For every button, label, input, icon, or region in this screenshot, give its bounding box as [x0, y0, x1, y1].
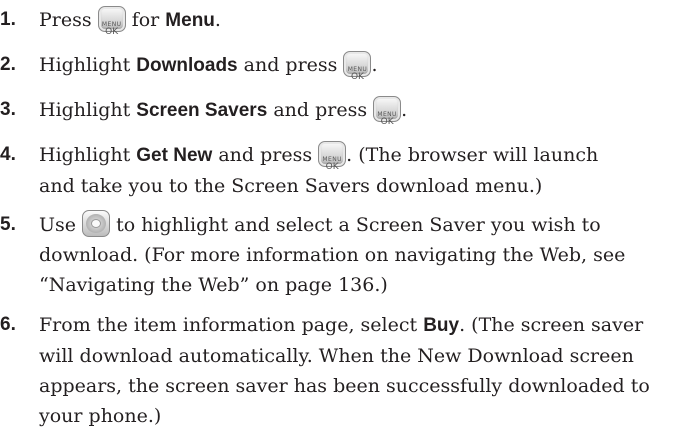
step-line: Highlight Get New and press MENU OK. (The… — [39, 140, 683, 172]
key-label-ok: OK — [105, 27, 119, 37]
step-line: From the item information page, select B… — [39, 310, 683, 341]
step-line: download. (For more information on navig… — [39, 244, 626, 266]
step-text-part: Highlight — [39, 54, 137, 76]
menu-ok-key-icon: MENU OK — [343, 51, 372, 82]
step-text-part: From the item information page, select — [39, 314, 424, 336]
step-keyword: Menu — [165, 10, 215, 31]
key-label-ok: OK — [350, 72, 364, 82]
step-text-part: . — [401, 99, 408, 121]
key-label-ok: OK — [325, 162, 339, 172]
step-number: 3. — [0, 99, 16, 120]
step-text: Use to highlight and select a Screen Sav… — [39, 210, 683, 300]
step-text-part: . (The screen saver — [459, 314, 644, 336]
step-number: 4. — [0, 144, 16, 165]
step-text: Highlight Screen Savers and press MENU OK… — [39, 95, 683, 127]
step-text-part: Press — [39, 9, 98, 31]
step-text-part: Highlight — [39, 144, 137, 166]
step-number: 5. — [0, 214, 16, 235]
step-number: 2. — [0, 54, 16, 75]
step-line: “Navigating the Web” on page 136.) — [39, 274, 388, 296]
step-keyword: Screen Savers — [136, 100, 268, 121]
navigation-key-icon — [82, 210, 111, 237]
step-line: Use to highlight and select a Screen Sav… — [39, 210, 683, 240]
step-text-part: . — [214, 9, 221, 31]
menu-ok-key-icon: MENU OK — [97, 6, 126, 37]
nav-center — [91, 219, 102, 228]
step-text-part: . — [371, 54, 378, 76]
step-text: Highlight Get New and press MENU OK. (The… — [39, 140, 683, 201]
step-text: Highlight Downloads and press MENU OK. — [39, 50, 683, 82]
step-text-part: Use — [39, 214, 83, 236]
step-number: 1. — [0, 9, 16, 30]
step-text-part: for — [125, 9, 166, 31]
step-text-part: and press — [267, 99, 374, 121]
step-text-part: and press — [237, 54, 344, 76]
step-number: 6. — [0, 314, 16, 335]
step-line: will download automatically. When the Ne… — [39, 345, 634, 367]
step-line: your phone.) — [39, 405, 162, 427]
menu-ok-key-icon: MENU OK — [373, 96, 402, 127]
step-keyword: Get New — [136, 145, 213, 166]
step-text-part: to highlight and select a Screen Saver y… — [110, 214, 601, 236]
step-keyword: Buy — [423, 315, 460, 336]
menu-ok-key-icon: MENU OK — [318, 141, 347, 172]
step-keyword: Downloads — [136, 55, 238, 76]
step-line: appears, the screen saver has been succe… — [39, 375, 650, 397]
step-text-part: Highlight — [39, 99, 137, 121]
step-line: and take you to the Screen Savers downlo… — [39, 175, 543, 197]
key-label-ok: OK — [380, 117, 394, 127]
step-text-part: and press — [212, 144, 319, 166]
step-text: Press MENU OK for Menu. — [39, 5, 683, 37]
step-text-part: . (The browser will launch — [346, 144, 599, 166]
step-text: From the item information page, select B… — [39, 310, 683, 431]
